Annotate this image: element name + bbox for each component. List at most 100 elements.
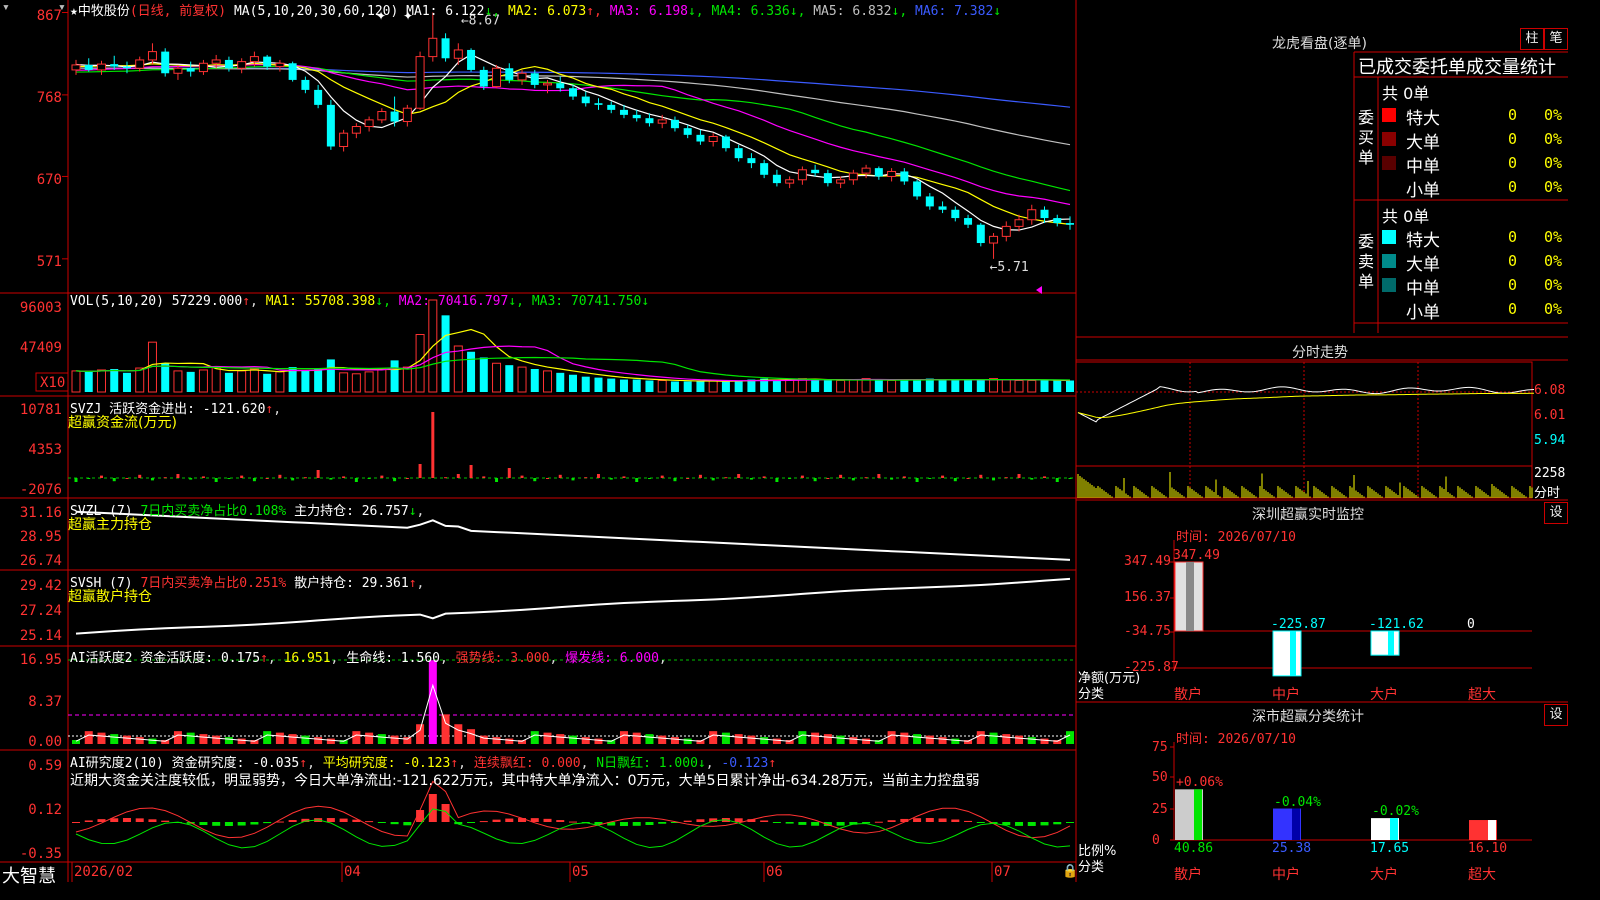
candle-body-up bbox=[887, 170, 897, 177]
szc-category-label: 超大 bbox=[1468, 867, 1496, 883]
ai-research-bar-neg bbox=[1015, 822, 1024, 826]
candle-body-down bbox=[390, 111, 399, 122]
ai-research-bar-pos bbox=[874, 821, 883, 823]
sz-monitor-title: 深圳超赢实时监控 bbox=[1252, 507, 1364, 523]
svzj-bar-pos bbox=[558, 474, 562, 478]
svzj-bar-neg bbox=[928, 478, 932, 479]
candle-body-up bbox=[351, 126, 361, 134]
volume-bar-down bbox=[505, 365, 514, 392]
stock-title[interactable]: ★中牧股份 bbox=[70, 4, 130, 19]
candle-body-down bbox=[747, 158, 756, 164]
candle-body-up bbox=[198, 62, 208, 73]
ai-research-bar-pos bbox=[428, 794, 437, 822]
candle-body-down bbox=[594, 103, 603, 105]
ai-active-bar bbox=[122, 735, 131, 744]
candle-body-up bbox=[492, 67, 502, 88]
sell-side-label: 委卖单 bbox=[1358, 232, 1375, 291]
volume-bar-up bbox=[1001, 379, 1011, 393]
svzj-bar-pos bbox=[979, 474, 983, 478]
candle-body-up bbox=[861, 167, 871, 174]
ai-active-bar bbox=[989, 732, 998, 744]
szc-value-label: 17.65 bbox=[1370, 841, 1410, 856]
ai-active-bar bbox=[530, 731, 539, 744]
volume-bar-down bbox=[951, 380, 960, 392]
szm-tick-label: 156.37 bbox=[1124, 590, 1171, 605]
volume-bar-up bbox=[135, 367, 145, 393]
svzj-bar-neg bbox=[788, 478, 792, 479]
dropdown-arrow-icon[interactable]: ▾ bbox=[58, 0, 66, 15]
szc-tick-label: 0 bbox=[1152, 833, 1160, 848]
stock-mode[interactable]: (日线, 前复权) bbox=[130, 4, 226, 19]
ai-active-bar bbox=[314, 737, 323, 744]
volume-bar-up bbox=[1027, 380, 1037, 393]
pen-mode-button[interactable]: 笔 bbox=[1544, 28, 1568, 50]
lock-icon[interactable]: 🔒 bbox=[1062, 864, 1078, 879]
ai-active-tick-label: 16.95 bbox=[19, 652, 62, 668]
volume-bar-down bbox=[581, 376, 590, 392]
svzj-tick-label: 4353 bbox=[28, 442, 62, 458]
svzj-sub: 超赢资金流(万元) bbox=[68, 415, 177, 431]
candle-body-up bbox=[1001, 225, 1011, 237]
szm-bar-shade bbox=[1186, 562, 1194, 631]
volume-bar-down bbox=[122, 372, 131, 392]
ai-research-bar-pos bbox=[441, 804, 450, 822]
svzj-bar-pos bbox=[380, 475, 384, 478]
svzj-bar-neg bbox=[571, 478, 575, 481]
ai-research-tick-label: 0.59 bbox=[28, 758, 62, 774]
order-stats-tab[interactable]: 已成交委托单成交量统计 bbox=[1358, 53, 1556, 79]
szm-category-label: 大户 bbox=[1370, 687, 1398, 703]
volume-bar-down bbox=[874, 379, 883, 392]
volume-bar-up bbox=[211, 366, 221, 393]
volume-bar-down bbox=[683, 381, 692, 392]
szm-value-label: 347.49 bbox=[1173, 548, 1220, 563]
svzj-bar-pos bbox=[1004, 477, 1008, 479]
szc-bar-accent bbox=[1390, 818, 1398, 840]
volume-bar-up bbox=[173, 370, 183, 393]
szc-value-label: 25.38 bbox=[1272, 841, 1312, 856]
ai-research-bar-pos bbox=[365, 821, 374, 823]
candle-body-down bbox=[823, 173, 832, 184]
candle-body-up bbox=[249, 56, 259, 63]
ai-active-bar bbox=[900, 732, 909, 744]
app-logo[interactable]: 大智慧 bbox=[2, 862, 56, 888]
ai-active-life: 生命线: 1.560 bbox=[346, 651, 440, 666]
volume-bar-down bbox=[390, 360, 399, 392]
buy-row-value: 0 bbox=[1508, 130, 1518, 148]
ai-active-bar bbox=[403, 737, 412, 744]
svzl-value: 主力持仓: 26.757 bbox=[294, 504, 409, 519]
candle-body-down bbox=[938, 206, 947, 210]
sell-row-name: 中单 bbox=[1406, 279, 1440, 299]
ai-research-lx: 连续飘红: 0.000 bbox=[473, 756, 581, 771]
ai-research-last: -0.123 bbox=[721, 756, 769, 771]
ai-active-bar bbox=[110, 734, 119, 744]
ai-research-bar-pos bbox=[505, 818, 514, 822]
svzj-bar-pos bbox=[456, 474, 460, 478]
svzj-bar-neg bbox=[890, 478, 894, 480]
ai-active-bar bbox=[709, 731, 718, 744]
sz-classify-settings-button[interactable]: 设 bbox=[1544, 704, 1568, 726]
sell-row-value: 0 bbox=[1508, 300, 1518, 318]
candle-body-down bbox=[976, 224, 985, 244]
ai-research-bar-neg bbox=[237, 822, 246, 826]
ai-research-bar-neg bbox=[1053, 822, 1062, 825]
ai-active-bar bbox=[811, 732, 820, 744]
ai-active-title: AI活跃度2 资金活跃度: 0.175 bbox=[70, 651, 261, 666]
sz-monitor-settings-button[interactable]: 设 bbox=[1544, 502, 1568, 524]
svzj-bar-pos bbox=[278, 474, 282, 478]
szc-value-label: 40.86 bbox=[1174, 841, 1214, 856]
volume-bar-down bbox=[734, 380, 743, 392]
ai-active-tick-label: 0.00 bbox=[28, 734, 62, 750]
candle-body-up bbox=[657, 119, 667, 124]
volume-bar-down bbox=[594, 377, 603, 392]
x-tick-label: 06 bbox=[766, 864, 783, 880]
candle-body-down bbox=[811, 169, 820, 174]
buy-row-pct: 0% bbox=[1544, 130, 1563, 148]
menu-arrow-icon[interactable]: ▾ bbox=[2, 0, 10, 15]
ai-active-bar bbox=[734, 734, 743, 744]
sz-classify-x-unit: 分类 bbox=[1078, 860, 1105, 875]
volume-bar-down bbox=[823, 380, 832, 392]
ai-active-bar bbox=[670, 737, 679, 744]
bar-mode-button[interactable]: 柱 bbox=[1520, 28, 1544, 50]
buy-side-label: 委买单 bbox=[1358, 108, 1375, 167]
ai-research-bar-neg bbox=[645, 822, 654, 826]
